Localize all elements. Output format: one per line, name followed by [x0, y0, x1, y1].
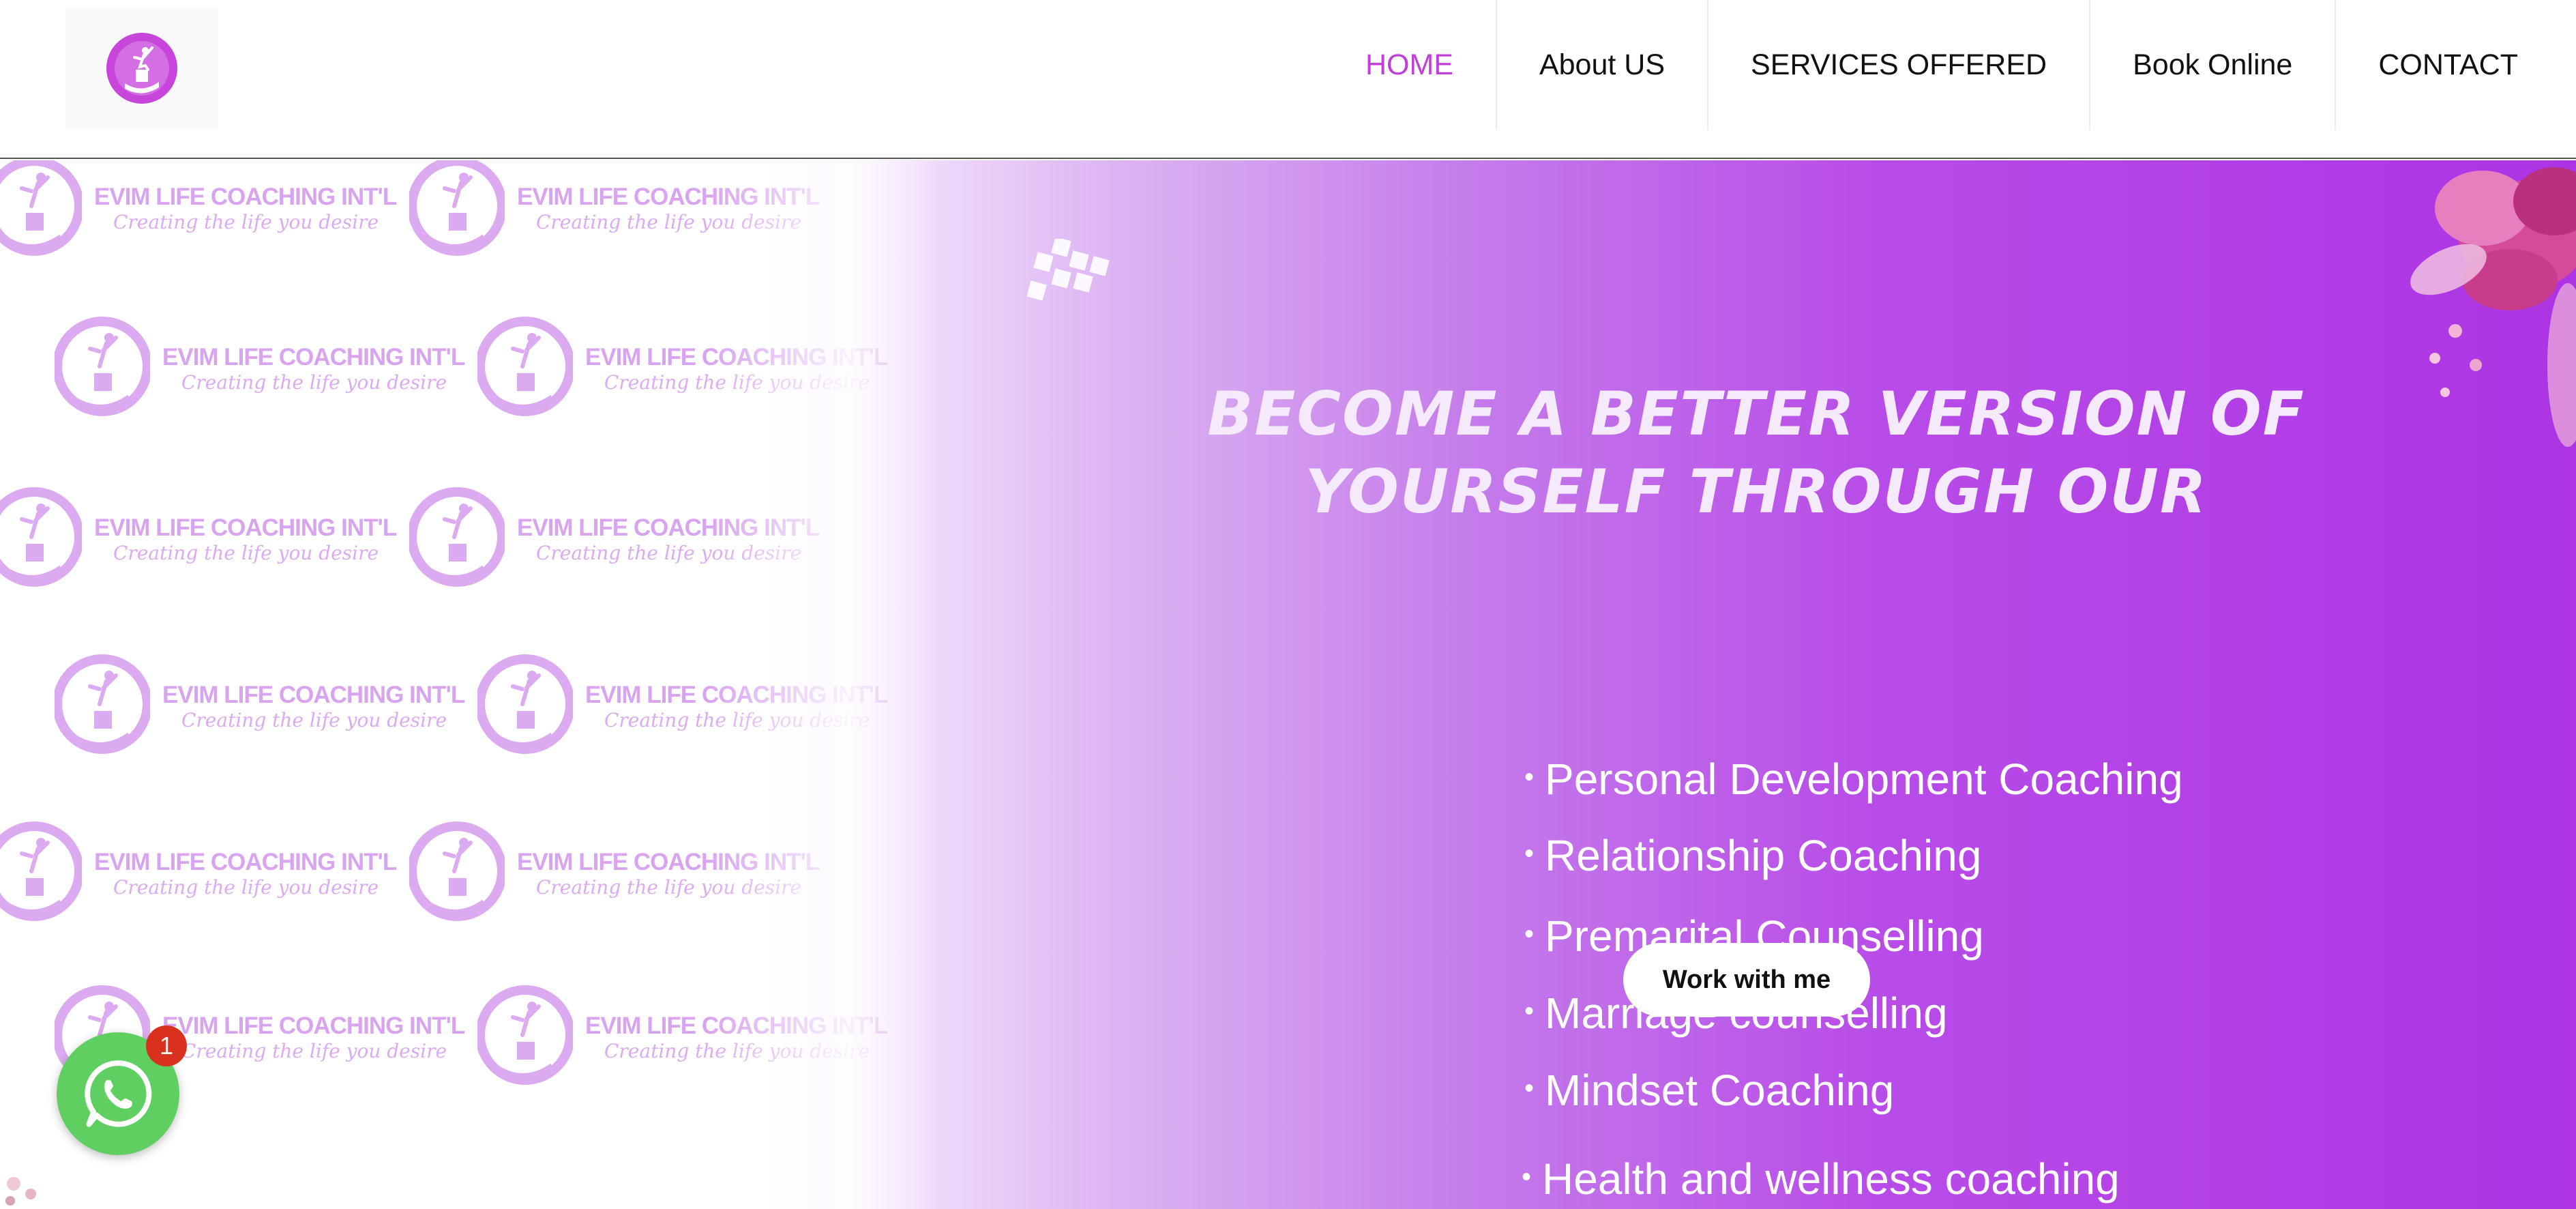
work-with-me-button[interactable]: Work with me [1623, 943, 1870, 1017]
brand-watermark-tile: EVIM LIFE COACHING INT'L Creating the lif… [409, 478, 832, 600]
watermark-title: EVIM LIFE COACHING INT'L [517, 848, 820, 875]
brand-watermark-tile: EVIM LIFE COACHING INT'L Creating the lif… [477, 307, 900, 430]
watermark-tagline: Creating the life you desire [604, 708, 870, 731]
watermark-title: EVIM LIFE COACHING INT'L [517, 183, 820, 210]
main-nav: HOME About US SERVICES OFFERED Book Onli… [1323, 0, 2576, 130]
flower-small-decoration [5, 1177, 36, 1206]
nav-book-online[interactable]: Book Online [2089, 0, 2335, 130]
hero-title: BECOME A BETTER VERSION OF YOURSELF THRO… [1159, 375, 2353, 531]
brand-watermark-tile: EVIM LIFE COACHING INT'L Creating the lif… [55, 645, 477, 768]
brand-watermark-tile: EVIM LIFE COACHING INT'L Creating the lif… [0, 812, 409, 935]
hero-title-line1: BECOME A BETTER VERSION OF [1207, 379, 2305, 449]
brand-watermark-tile: EVIM LIFE COACHING INT'L Creating the lif… [0, 160, 409, 270]
watermark-tagline: Creating the life you desire [604, 1039, 870, 1062]
brand-watermark-tile: EVIM LIFE COACHING INT'L Creating the lif… [477, 645, 900, 768]
watermark-title: EVIM LIFE COACHING INT'L [585, 1012, 888, 1039]
watermark-title: EVIM LIFE COACHING INT'L [162, 681, 465, 708]
watermark-tagline: Creating the life you desire [113, 541, 379, 564]
watermark-tagline: Creating the life you desire [181, 1039, 447, 1062]
hero-title-line2: YOURSELF THROUGH OUR [1305, 456, 2208, 527]
brand-watermark-tile: EVIM LIFE COACHING INT'L Creating the lif… [0, 478, 409, 600]
flower-decoration [2410, 167, 2576, 447]
list-item: • Mindset Coaching [1524, 1066, 1895, 1115]
watermark-tagline: Creating the life you desire [113, 875, 379, 899]
pixel-blocks-decoration [1026, 239, 1110, 301]
watermark-tagline: Creating the life you desire [181, 370, 447, 394]
nav-about-us[interactable]: About US [1495, 0, 1707, 130]
list-item: • Personal Development Coaching [1524, 755, 2183, 804]
nav-services-offered[interactable]: SERVICES OFFERED [1707, 0, 2089, 130]
watermark-tagline: Creating the life you desire [181, 708, 447, 731]
site-header: HOME About US SERVICES OFFERED Book Onli… [0, 0, 2576, 159]
nav-home[interactable]: HOME [1323, 0, 1496, 130]
logo-icon [106, 33, 177, 104]
watermark-title: EVIM LIFE COACHING INT'L [162, 343, 465, 370]
watermark-title: EVIM LIFE COACHING INT'L [162, 1012, 465, 1039]
watermark-tagline: Creating the life you desire [604, 370, 870, 394]
site-logo[interactable] [65, 7, 218, 130]
watermark-tagline: Creating the life you desire [113, 210, 379, 233]
watermark-title: EVIM LIFE COACHING INT'L [517, 514, 820, 541]
brand-watermark-tile: EVIM LIFE COACHING INT'L Creating the lif… [409, 160, 832, 270]
watermark-title: EVIM LIFE COACHING INT'L [94, 848, 397, 875]
brand-watermark-tile: EVIM LIFE COACHING INT'L Creating the lif… [55, 307, 477, 430]
hero-section: EVIM LIFE COACHING INT'L Creating the lif… [0, 160, 2576, 1209]
brand-watermark-tile: EVIM LIFE COACHING INT'L Creating the lif… [409, 812, 832, 935]
watermark-title: EVIM LIFE COACHING INT'L [94, 514, 397, 541]
watermark-tagline: Creating the life you desire [536, 210, 802, 233]
brand-watermark-tile: EVIM LIFE COACHING INT'L Creating the lif… [477, 976, 900, 1098]
nav-contact[interactable]: CONTACT [2335, 0, 2576, 130]
whatsapp-icon [85, 1060, 152, 1127]
watermark-title: EVIM LIFE COACHING INT'L [94, 183, 397, 210]
list-item: • Relationship Coaching [1524, 831, 1982, 880]
watermark-tagline: Creating the life you desire [536, 541, 802, 564]
notification-badge: 1 [146, 1025, 187, 1066]
watermark-tagline: Creating the life you desire [536, 875, 802, 899]
list-item: • Health and wellness coaching [1522, 1154, 2120, 1204]
watermark-title: EVIM LIFE COACHING INT'L [585, 343, 888, 370]
watermark-title: EVIM LIFE COACHING INT'L [585, 681, 888, 708]
